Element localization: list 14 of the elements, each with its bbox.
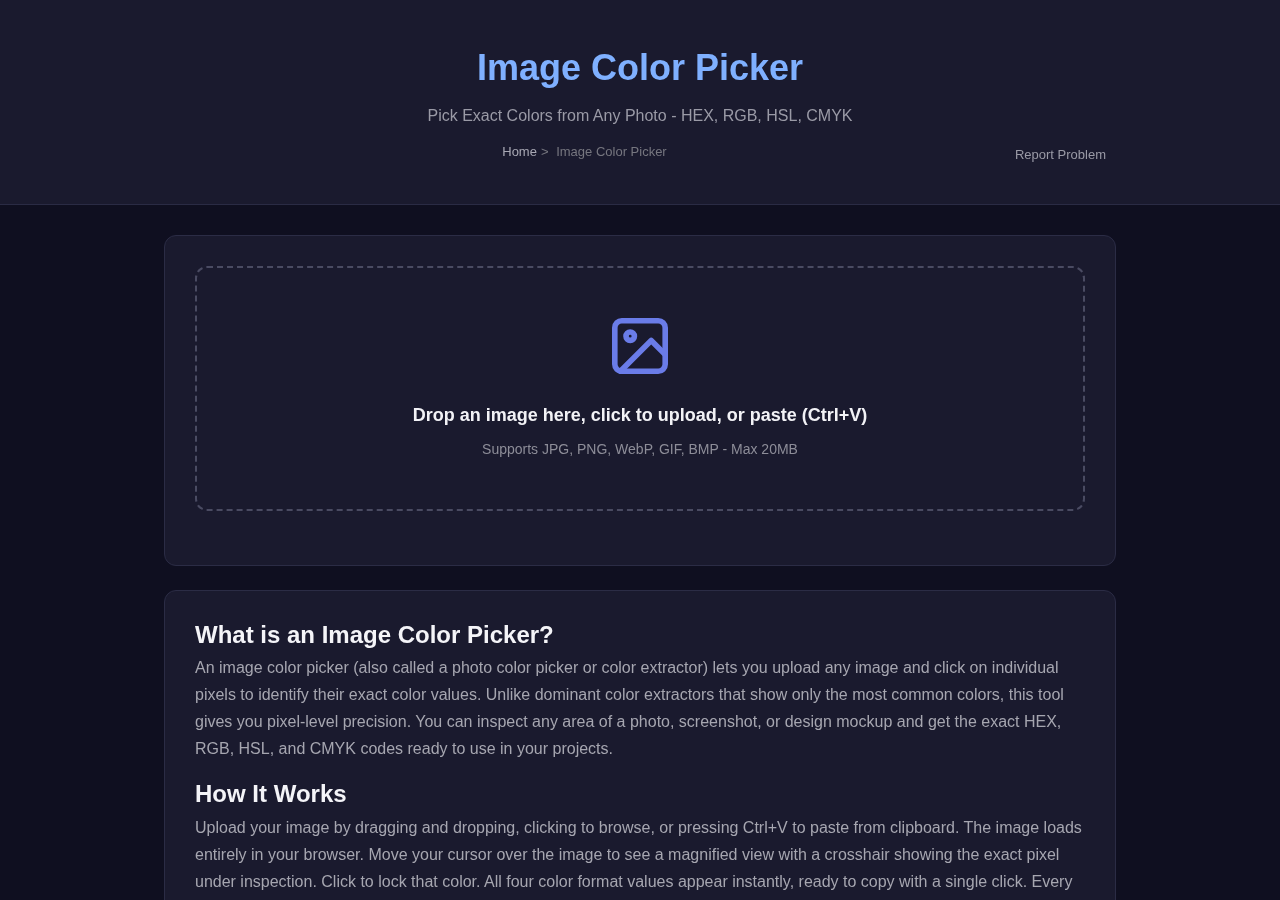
- breadcrumb-separator: >: [540, 144, 549, 160]
- breadcrumb-current: Image Color Picker: [556, 144, 667, 160]
- report-problem-link[interactable]: Report Problem: [1014, 147, 1106, 164]
- upload-prompt: Drop an image here, click to upload, or paste (Ctrl+V): [412, 404, 868, 427]
- image-icon: [612, 318, 668, 374]
- page-title: Image Color Picker: [475, 46, 805, 90]
- upload-dropzone[interactable]: Drop an image here, click to upload, or paste (Ctrl+V) Supports JPG, PNG, WebP, GIF, BMP - Max 20MB: [195, 266, 1085, 511]
- breadcrumb-link[interactable]: Home: [502, 144, 537, 160]
- page-subtitle: Pick Exact Colors from Any Photo - HEX, RGB, HSL, CMYK: [426, 106, 854, 126]
- section-text: Upload your image by dragging and dropping, clicking to browse, or pressing Ctrl+V to paste from clipboard. The image loads entirely in your browser. Move your cursor over the image to see a magnified view with a crosshair showing the exact pixel under inspection. Click to lock that color. All four color format values appear instantly, ready to copy with a single click. Every: [195, 818, 1083, 893]
- section-text: An image color picker (also called a photo color picker or color extractor) lets you upload any image and click on individual pixels to identify their exact color values. Unlike dominant color extractors that show only the most common colors, this tool gives you pixel-level precision. You can inspect any area of a photo, screenshot, or design mockup and get the exact HEX, RGB, HSL, and CMYK codes ready to use in your projects.: [195, 658, 1065, 760]
- section-heading: What is an Image Color Picker?: [195, 620, 555, 650]
- section-heading: How It Works: [195, 780, 348, 810]
- upload-hint: Supports JPG, PNG, WebP, GIF, BMP - Max 20MB: [482, 440, 798, 459]
